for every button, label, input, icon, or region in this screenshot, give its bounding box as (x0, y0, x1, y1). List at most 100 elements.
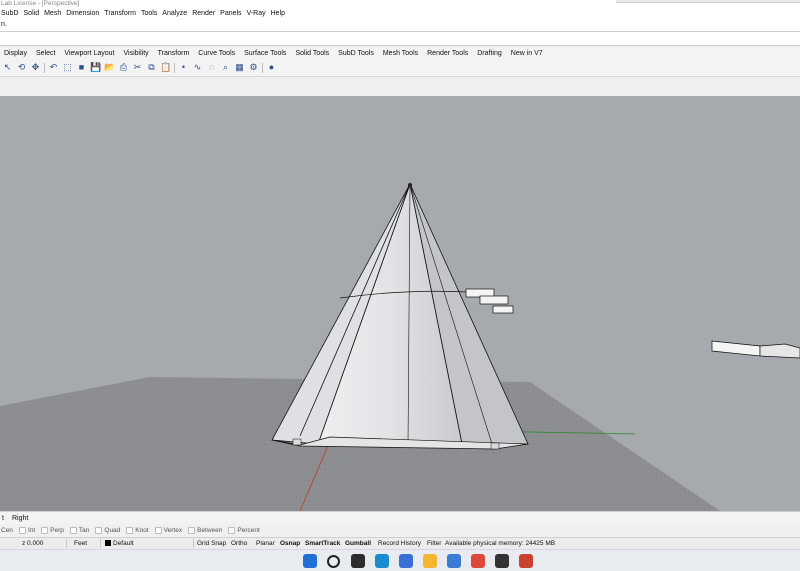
tab-select[interactable]: Select (34, 50, 57, 57)
osnap-cen[interactable]: Cen (1, 527, 13, 534)
box-icon[interactable]: ■ (76, 62, 87, 73)
ortho-toggle[interactable]: Ortho (231, 538, 247, 549)
pan-icon[interactable]: ✥ (30, 62, 41, 73)
select-icon[interactable]: ⬚ (62, 62, 73, 73)
viewport-icon[interactable]: ▦ (234, 62, 245, 73)
app-icon[interactable] (495, 554, 509, 568)
osnap-checkbox[interactable] (154, 527, 162, 534)
zoom-icon[interactable]: ⌕ (220, 62, 231, 73)
smarttrack-toggle[interactable]: SmartTrack (305, 538, 340, 549)
menu-item-tools[interactable]: Tools (141, 10, 157, 17)
menu-item-v-ray[interactable]: V-Ray (247, 10, 266, 17)
cursor-icon[interactable]: ↖ (2, 62, 13, 73)
grid-snap-toggle[interactable]: Grid Snap (197, 538, 226, 549)
tab-display[interactable]: Display (2, 50, 29, 57)
store-icon[interactable] (399, 554, 413, 568)
osnap-checkbox[interactable] (126, 527, 134, 534)
osnap-toggle[interactable]: Osnap (280, 538, 300, 549)
menu-item-transform[interactable]: Transform (104, 10, 136, 17)
menu-item-dimension[interactable]: Dimension (66, 10, 99, 17)
status-divider (193, 539, 194, 548)
osnap-label: Tan (78, 527, 90, 534)
viewport-tab-t[interactable]: t (2, 515, 4, 522)
rhino-icon[interactable] (519, 554, 533, 568)
toolbar-tabs: Display Select Viewport Layout Visibility Tr… (0, 47, 800, 60)
osnap-knot[interactable]: Knot (126, 527, 149, 534)
icon-toolbar: ↖ ⟲ ✥ ↶ ⬚ ■ 💾 📂 ⎙ ✂ ⧉ 📋 • ∿ ◌ ⌕ ▦ ⚙ ● (0, 60, 800, 77)
point-icon[interactable]: • (178, 62, 189, 73)
copy-icon[interactable]: ⧉ (146, 62, 157, 73)
layer-field[interactable]: Default (105, 538, 134, 549)
tab-surface-tools[interactable]: Surface Tools (242, 50, 288, 57)
tab-transform[interactable]: Transform (156, 50, 192, 57)
floating-object-2 (711, 340, 800, 359)
tab-new-in-v7[interactable]: New in V7 (509, 50, 545, 57)
osnap-percent[interactable]: Percent (228, 527, 260, 534)
perspective-viewport[interactable] (0, 96, 800, 511)
tab-drafting[interactable]: Drafting (475, 50, 504, 57)
viewport-tabs: t Right (0, 511, 800, 524)
units-field[interactable]: Feet (74, 538, 87, 549)
search-icon[interactable] (327, 555, 340, 568)
record-history-toggle[interactable]: Record History (378, 538, 421, 549)
edge-icon[interactable] (375, 554, 389, 568)
menu-bar: SubD Solid Mesh Dimension Transform Tools Anal… (0, 8, 800, 19)
cut-icon[interactable]: ✂ (132, 62, 143, 73)
osnap-int[interactable]: Int (18, 527, 35, 534)
memory-readout: Available physical memory: 24425 MB (445, 540, 556, 547)
menu-item-mesh[interactable]: Mesh (44, 10, 61, 17)
save-icon[interactable]: 💾 (90, 62, 101, 73)
osnap-between[interactable]: Between (188, 527, 222, 534)
floating-object-1 (465, 288, 514, 314)
tab-solid-tools[interactable]: Solid Tools (293, 50, 331, 57)
osnap-tan[interactable]: Tan (69, 527, 90, 534)
undo-icon[interactable]: ↶ (48, 62, 59, 73)
toolbar-separator (262, 63, 263, 73)
tab-viewport-layout[interactable]: Viewport Layout (62, 50, 116, 57)
menu-item-panels[interactable]: Panels (220, 10, 241, 17)
osnap-label: Perp (50, 527, 64, 534)
window-controls[interactable] (616, 0, 800, 3)
coordinate-readout: z 0.000 (22, 540, 44, 547)
filter-toggle[interactable]: Filter (427, 538, 441, 549)
print-icon[interactable]: ⎙ (118, 62, 129, 73)
tab-subd-tools[interactable]: SubD Tools (336, 50, 376, 57)
viewport-tab-right[interactable]: Right (12, 515, 28, 522)
menu-item-help[interactable]: Help (271, 10, 285, 17)
osnap-checkbox[interactable] (18, 527, 26, 534)
osnap-checkbox[interactable] (41, 527, 49, 534)
tab-curve-tools[interactable]: Curve Tools (196, 50, 237, 57)
lasso-icon[interactable]: ◌ (206, 62, 217, 73)
status-divider (100, 539, 101, 548)
planar-toggle[interactable]: Planar (256, 538, 275, 549)
tab-render-tools[interactable]: Render Tools (425, 50, 470, 57)
osnap-checkbox[interactable] (228, 527, 236, 534)
osnap-perp[interactable]: Perp (41, 527, 64, 534)
menu-item-subd[interactable]: SubD (1, 10, 19, 17)
menu-item-solid[interactable]: Solid (24, 10, 40, 17)
gumball-toggle[interactable]: Gumball (345, 538, 371, 549)
paste-icon[interactable]: 📋 (160, 62, 171, 73)
file-explorer-icon[interactable] (351, 554, 365, 568)
open-folder-icon[interactable]: 📂 (104, 62, 115, 73)
apex-point (408, 183, 412, 187)
osnap-quad[interactable]: Quad (95, 527, 120, 534)
osnap-checkbox[interactable] (95, 527, 103, 534)
command-area[interactable]: n. (0, 19, 800, 46)
menu-item-render[interactable]: Render (192, 10, 215, 17)
windows-start-icon[interactable] (303, 554, 317, 568)
folder-icon[interactable] (423, 554, 437, 568)
rotate-view-icon[interactable]: ⟲ (16, 62, 27, 73)
photos-icon[interactable] (447, 554, 461, 568)
tab-mesh-tools[interactable]: Mesh Tools (381, 50, 420, 57)
menu-item-analyze[interactable]: Analyze (162, 10, 187, 17)
osnap-checkbox[interactable] (69, 527, 77, 534)
chrome-icon[interactable] (471, 554, 485, 568)
osnap-vertex[interactable]: Vertex (154, 527, 182, 534)
osnap-checkbox[interactable] (188, 527, 196, 534)
properties-icon[interactable]: ⚙ (248, 62, 259, 73)
tab-visibility[interactable]: Visibility (122, 50, 151, 57)
curve-icon[interactable]: ∿ (192, 62, 203, 73)
layer-color-swatch (105, 540, 111, 547)
render-sphere-icon[interactable]: ● (266, 62, 277, 73)
